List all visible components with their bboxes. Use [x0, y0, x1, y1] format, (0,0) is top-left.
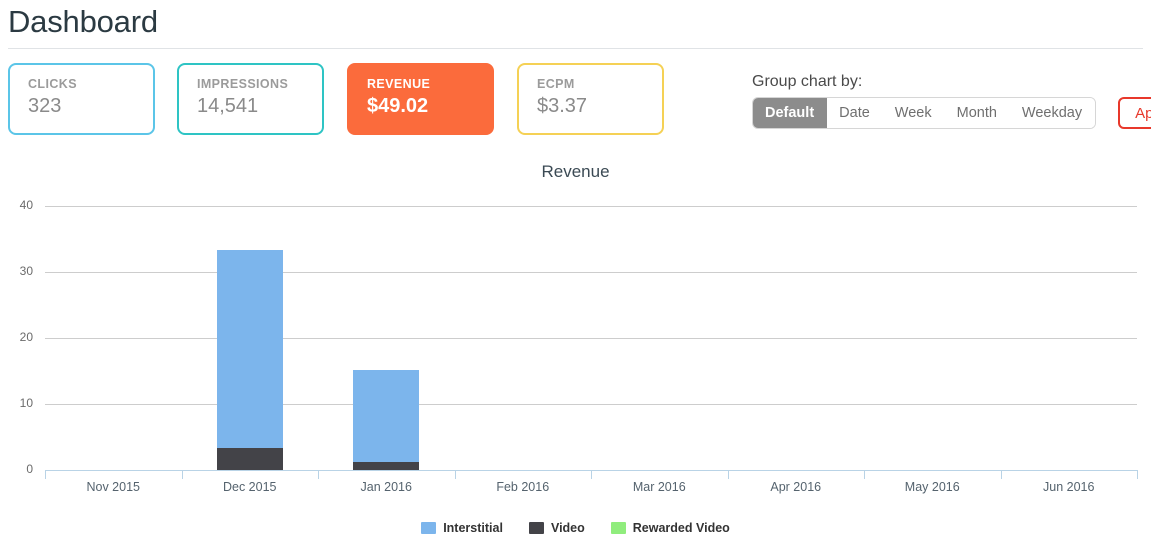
x-axis-tick — [455, 470, 456, 479]
x-axis-tick — [1137, 470, 1138, 479]
x-axis-label: Nov 2015 — [45, 480, 182, 494]
x-axis-tick — [728, 470, 729, 479]
x-axis-tick — [318, 470, 319, 479]
y-axis-tick-label: 20 — [0, 330, 33, 344]
group-by-option-date[interactable]: Date — [827, 98, 883, 128]
x-axis-label: May 2016 — [864, 480, 1001, 494]
gridline — [45, 404, 1137, 405]
x-axis-tick — [591, 470, 592, 479]
stat-card-revenue[interactable]: REVENUE$49.02 — [347, 63, 494, 135]
legend-label: Interstitial — [443, 521, 503, 535]
legend-label: Video — [551, 521, 585, 535]
x-axis-label: Mar 2016 — [591, 480, 728, 494]
apply-button[interactable]: Apply — [1118, 97, 1151, 129]
group-by-option-default[interactable]: Default — [753, 98, 827, 128]
stat-card-ecpm[interactable]: ECPM$3.37 — [517, 63, 664, 135]
x-axis-label: Feb 2016 — [455, 480, 592, 494]
stat-value: $3.37 — [537, 93, 662, 119]
chart-title: Revenue — [0, 162, 1151, 182]
gridline — [45, 272, 1137, 273]
bar-segment[interactable] — [353, 462, 419, 470]
bar-segment[interactable] — [217, 448, 283, 470]
stat-label: ECPM — [537, 77, 662, 92]
x-axis-label: Dec 2015 — [182, 480, 319, 494]
chart-legend: Interstitial Video Rewarded Video — [0, 521, 1151, 535]
stat-value: 14,541 — [197, 93, 322, 119]
x-axis-tick — [864, 470, 865, 479]
group-by-segmented-control[interactable]: DefaultDateWeekMonthWeekday — [752, 97, 1096, 129]
legend-label: Rewarded Video — [633, 521, 730, 535]
bar-segment[interactable] — [353, 370, 419, 462]
group-by-option-weekday[interactable]: Weekday — [1010, 98, 1095, 128]
stat-label: CLICKS — [28, 77, 153, 92]
bar-segment[interactable] — [217, 250, 283, 448]
stat-label: REVENUE — [367, 77, 492, 92]
page-title: Dashboard — [0, 0, 1151, 40]
x-axis-tick — [45, 470, 46, 479]
y-axis-tick-label: 0 — [0, 462, 33, 476]
stat-value: 323 — [28, 93, 153, 119]
legend-swatch-icon — [421, 522, 436, 534]
legend-item[interactable]: Interstitial — [421, 521, 503, 535]
x-axis-tick — [1001, 470, 1002, 479]
y-axis-tick-label: 40 — [0, 198, 33, 212]
group-by-option-week[interactable]: Week — [883, 98, 945, 128]
group-chart-by-control: Group chart by: DefaultDateWeekMonthWeek… — [752, 72, 1151, 129]
gridline — [45, 338, 1137, 339]
title-divider — [8, 48, 1143, 49]
legend-item[interactable]: Video — [529, 521, 585, 535]
group-by-option-month[interactable]: Month — [945, 98, 1010, 128]
y-axis-tick-label: 30 — [0, 264, 33, 278]
x-axis-label: Jan 2016 — [318, 480, 455, 494]
x-axis-label: Apr 2016 — [728, 480, 865, 494]
x-axis-tick — [182, 470, 183, 479]
legend-item[interactable]: Rewarded Video — [611, 521, 730, 535]
y-axis-tick-label: 10 — [0, 396, 33, 410]
stat-value: $49.02 — [367, 93, 492, 119]
legend-swatch-icon — [529, 522, 544, 534]
stat-card-clicks[interactable]: CLICKS323 — [8, 63, 155, 135]
legend-swatch-icon — [611, 522, 626, 534]
stat-card-impressions[interactable]: IMPRESSIONS14,541 — [177, 63, 324, 135]
group-chart-by-label: Group chart by: — [752, 72, 1151, 92]
gridline — [45, 206, 1137, 207]
x-axis-label: Jun 2016 — [1001, 480, 1138, 494]
stat-label: IMPRESSIONS — [197, 77, 322, 92]
